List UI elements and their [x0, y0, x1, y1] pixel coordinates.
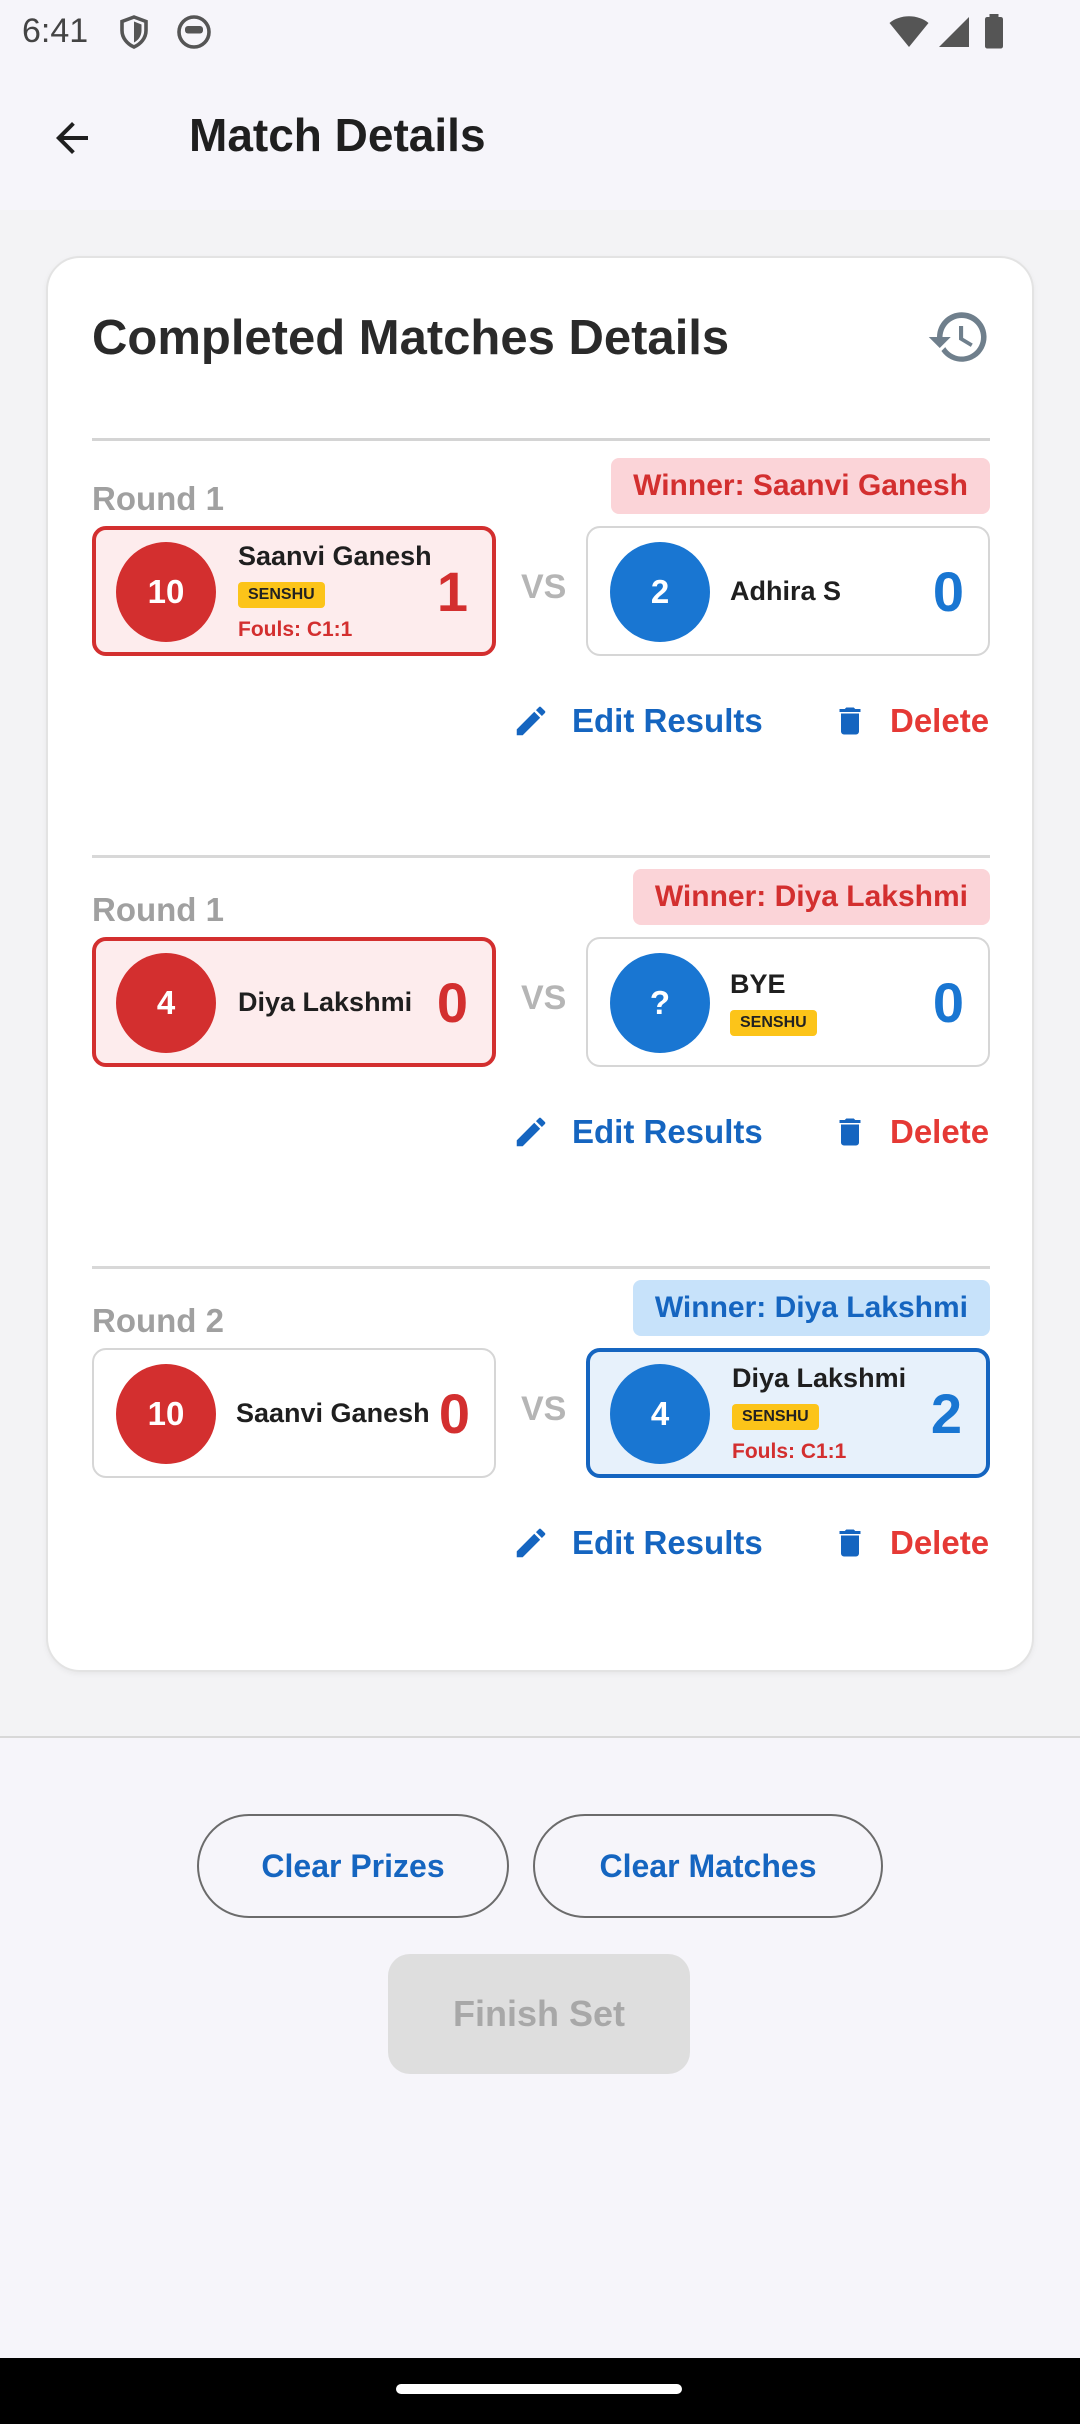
pencil-icon [516, 1528, 546, 1558]
player-name: Diya Lakshmi [732, 1362, 907, 1393]
history-button[interactable] [926, 304, 992, 370]
player-number-avatar: 4 [610, 1364, 710, 1464]
senshu-badge: SENSHU [732, 1403, 819, 1430]
signal-icon [936, 14, 972, 55]
edit-results-button[interactable]: Edit Results [512, 696, 763, 746]
player-number-avatar: ? [610, 953, 710, 1053]
status-bar: 6:41 [0, 0, 1080, 64]
delete-label: Delete [890, 1113, 990, 1150]
history-icon [928, 312, 987, 362]
battery-icon [982, 14, 1006, 55]
player-card-aka: 10 Saanvi Ganesh SENSHU Fouls: C1:1 1 [92, 526, 496, 656]
system-nav-bar [0, 2358, 1080, 2424]
face-icon [176, 14, 212, 55]
vs-label: VS [521, 568, 567, 606]
winner-badge: Winner: Diya Lakshmi [632, 1280, 990, 1336]
player-card-ao: ? BYE SENSHU 0 [586, 937, 990, 1067]
winner-badge: Winner: Diya Lakshmi [632, 869, 990, 925]
player-name: Saanvi Ganesh [238, 540, 432, 571]
edit-results-button[interactable]: Edit Results [512, 1518, 763, 1568]
player-card-ao: 2 Adhira S 0 [586, 526, 990, 656]
finish-set-button[interactable]: Finish Set [388, 1954, 690, 2074]
round-label: Round 1 [92, 891, 224, 928]
pencil-icon [516, 706, 546, 736]
back-arrow-icon [56, 122, 88, 154]
player-card-aka: 10 Saanvi Ganesh 0 [92, 1348, 496, 1478]
fouls-text: Fouls: C1:1 [238, 617, 353, 641]
match-item: Round 2 Winner: Diya Lakshmi 10 Saanvi G… [92, 1280, 990, 1680]
delete-button[interactable]: Delete [832, 1107, 989, 1157]
back-button[interactable] [36, 102, 108, 174]
player-score: 0 [932, 970, 964, 1034]
completed-matches-card: Completed Matches Details Round 1 Winner… [46, 256, 1034, 1672]
card-title: Completed Matches Details [92, 311, 730, 365]
status-time: 6:41 [22, 12, 89, 50]
home-gesture-handle[interactable] [396, 2384, 682, 2394]
match-item: Round 1 Winner: Saanvi Ganesh 10 Saanvi … [92, 458, 990, 858]
shield-icon [116, 14, 152, 55]
delete-button[interactable]: Delete [832, 696, 989, 746]
fouls-text: Fouls: C1:1 [732, 1439, 847, 1463]
app-bar: Match Details [0, 64, 1080, 210]
player-score: 0 [438, 1381, 470, 1445]
page-title: Match Details [189, 109, 486, 161]
vs-label: VS [521, 979, 567, 1017]
clear-matches-button[interactable]: Clear Matches [533, 1814, 883, 1918]
vs-label: VS [521, 1390, 567, 1428]
winner-badge: Winner: Saanvi Ganesh [611, 458, 990, 514]
player-card-aka: 4 Diya Lakshmi 0 [92, 937, 496, 1067]
round-label: Round 1 [92, 480, 224, 517]
player-score: 0 [932, 559, 964, 623]
content-area: Completed Matches Details Round 1 Winner… [0, 210, 1080, 1738]
player-name: BYE [730, 968, 786, 999]
senshu-badge: SENSHU [730, 1009, 817, 1036]
senshu-badge: SENSHU [238, 581, 325, 608]
edit-results-label: Edit Results [572, 702, 763, 739]
delete-button[interactable]: Delete [832, 1518, 989, 1568]
player-score: 0 [436, 970, 468, 1034]
player-number-avatar: 10 [116, 542, 216, 642]
player-name: Saanvi Ganesh [236, 1397, 430, 1428]
player-number-avatar: 4 [116, 953, 216, 1053]
trash-icon [839, 707, 861, 735]
trash-icon [839, 1118, 861, 1146]
match-item: Round 1 Winner: Diya Lakshmi 4 Diya Laks… [92, 869, 990, 1269]
player-score: 2 [930, 1381, 962, 1445]
round-label: Round 2 [92, 1302, 224, 1339]
clear-prizes-button[interactable]: Clear Prizes [197, 1814, 509, 1918]
card-title-divider [92, 438, 990, 441]
edit-results-button[interactable]: Edit Results [512, 1107, 763, 1157]
match-divider [92, 1266, 990, 1269]
wifi-icon [888, 14, 930, 55]
player-name: Diya Lakshmi [238, 986, 413, 1017]
trash-icon [839, 1529, 861, 1557]
pencil-icon [516, 1117, 546, 1147]
player-card-ao: 4 Diya Lakshmi SENSHU Fouls: C1:1 2 [586, 1348, 990, 1478]
player-score: 1 [436, 559, 468, 623]
edit-results-label: Edit Results [572, 1524, 763, 1561]
edit-results-label: Edit Results [572, 1113, 763, 1150]
player-name: Adhira S [730, 575, 842, 606]
delete-label: Delete [890, 702, 990, 739]
delete-label: Delete [890, 1524, 990, 1561]
player-number-avatar: 2 [610, 542, 710, 642]
player-number-avatar: 10 [116, 1364, 216, 1464]
match-divider [92, 855, 990, 858]
